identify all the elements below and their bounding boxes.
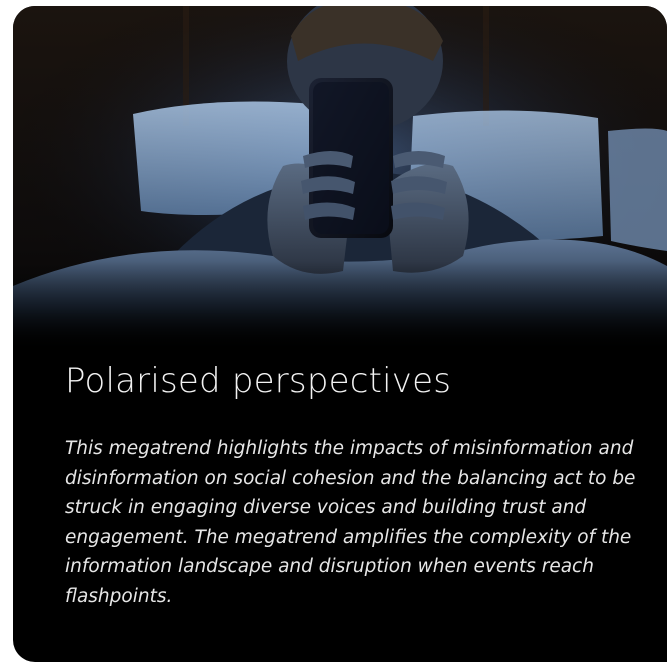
megatrend-card: Polarised perspectives This megatrend hi… — [13, 6, 667, 662]
card-description: This megatrend highlights the impacts of… — [65, 438, 636, 607]
card-title: Polarised perspectives — [65, 361, 452, 401]
hero-image — [13, 6, 667, 351]
